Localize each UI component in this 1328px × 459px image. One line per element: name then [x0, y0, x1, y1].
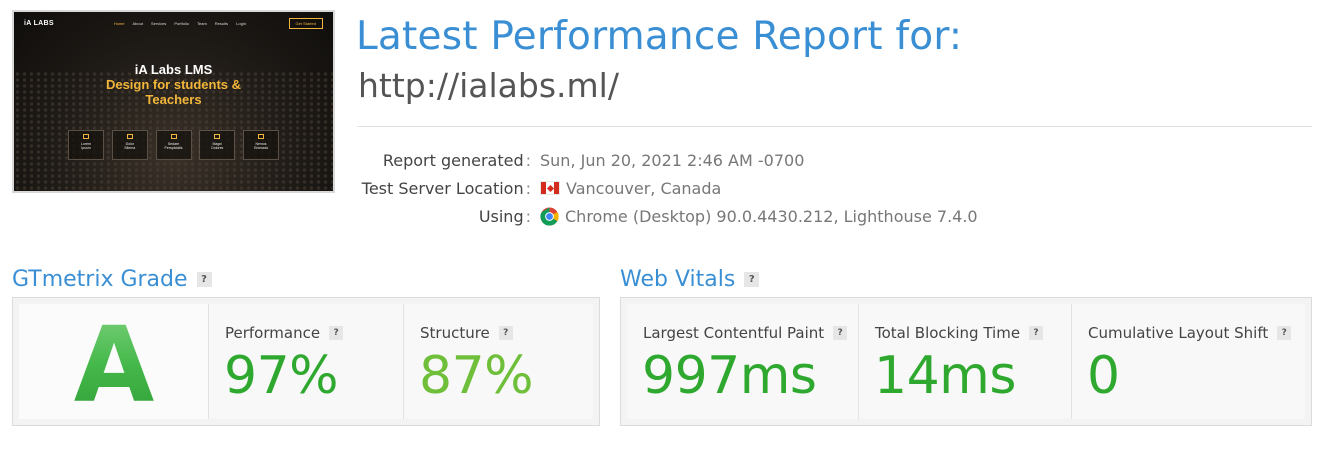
chrome-icon [540, 206, 559, 226]
help-icon[interactable]: ? [1029, 326, 1044, 340]
info-label: Test Server Location: [361, 178, 531, 198]
feature-label: Enimada [254, 146, 268, 150]
tbt-cell: Total Blocking Time ? 14ms [859, 304, 1072, 419]
help-icon[interactable]: ? [744, 272, 760, 287]
lcp-label: Largest Contentful Paint ? [643, 324, 848, 342]
help-icon[interactable]: ? [329, 326, 344, 340]
feature-label: Dolores [211, 146, 224, 150]
feature-icon [83, 134, 89, 139]
help-icon[interactable]: ? [498, 326, 513, 340]
report-generated-row: Report generated: Sun, Jun 20, 2021 2:46… [357, 146, 978, 174]
report-date: Sun, Jun 20, 2021 2:46 AM -0700 [540, 150, 805, 170]
tbt-label: Total Blocking Time ? [875, 324, 1044, 342]
tbt-value: 14ms [874, 346, 1016, 406]
feature-label: Sitema [124, 146, 136, 150]
thumbnail-nav-link: Team [197, 20, 207, 26]
thumbnail-cta-button: Get Started [288, 17, 323, 29]
thumbnail-nav-link: Results [214, 20, 229, 26]
thumbnail-nav-link: Login [236, 20, 246, 26]
performance-label: Performance ? [225, 324, 344, 342]
thumbnail-feature-box: Sedare Perspiciatis [155, 130, 192, 160]
help-icon[interactable]: ? [196, 272, 212, 287]
performance-score: 97% [224, 346, 339, 406]
info-label: Using: [478, 206, 531, 226]
feature-icon [170, 134, 177, 139]
help-icon[interactable]: ? [1277, 326, 1292, 340]
thumbnail-feature-box: Lorem Ipsum [68, 130, 104, 160]
thumbnail-headline: iA Labs LMS Design for students & Teache… [14, 62, 333, 107]
thumbnail-headline-line2: Design for students & [105, 77, 242, 92]
info-label: Report generated: [382, 150, 531, 170]
browser-info: Chrome (Desktop) 90.0.4430.212, Lighthou… [540, 207, 978, 226]
report-url-link[interactable]: http://ialabs.ml/ [358, 66, 619, 105]
feature-label: Ipsum [81, 146, 91, 150]
thumbnail-feature-boxes: Lorem Ipsum Dolor Sitema Sedare Perspici… [68, 130, 279, 160]
gtmetrix-grade-cells: A Performance ? 97% Structure ? 87% [19, 304, 593, 419]
thumbnail-feature-box: Magni Dolores [199, 130, 236, 160]
gtmetrix-grade-panel: A Performance ? 97% Structure ? 87% [12, 297, 600, 426]
thumbnail-feature-box: Nemos Enimada [243, 130, 279, 160]
lcp-value: 997ms [642, 346, 817, 406]
server-location: Vancouver, Canada [540, 179, 721, 198]
gtmetrix-grade-heading: GTmetrix Grade ? [12, 267, 212, 292]
help-icon[interactable]: ? [833, 326, 848, 340]
grade-letter: A [73, 317, 154, 407]
grade-a-badge: A [73, 317, 154, 407]
thumbnail-nav-link: Services [150, 20, 167, 26]
feature-icon [258, 134, 264, 139]
thumbnail-logo: iA LABS [24, 19, 54, 27]
report-title: Latest Performance Report for: [356, 14, 963, 59]
test-server-location-row: Test Server Location: Vancouver, Canada [357, 174, 978, 202]
thumbnail-feature-box: Dolor Sitema [111, 130, 148, 160]
cls-label: Cumulative Layout Shift ? [1088, 324, 1292, 342]
thumbnail-nav-link: About [132, 20, 143, 26]
thumbnail-headline-line1: iA Labs LMS [134, 62, 213, 77]
thumbnail-nav-links: Home About Services Portfolio Team Resul… [114, 21, 246, 26]
thumbnail-headline-line3: Teachers [145, 92, 202, 107]
web-vitals-heading: Web Vitals ? [620, 267, 760, 292]
website-screenshot-thumbnail[interactable]: iA LABS Home About Services Portfolio Te… [12, 10, 335, 193]
feature-label: Perspiciatis [164, 146, 183, 150]
structure-cell: Structure ? 87% [404, 304, 593, 419]
using-row: Using: Chrome (Desktop) 90.0.4430.212, L… [357, 202, 978, 230]
canada-flag-icon [540, 181, 560, 195]
lcp-cell: Largest Contentful Paint ? 997ms [627, 304, 859, 419]
cls-value: 0 [1087, 346, 1120, 406]
cls-cell: Cumulative Layout Shift ? 0 [1072, 304, 1305, 419]
thumbnail-navbar: iA LABS Home About Services Portfolio Te… [24, 16, 323, 30]
feature-icon [126, 134, 133, 139]
web-vitals-cells: Largest Contentful Paint ? 997ms Total B… [627, 304, 1305, 419]
performance-cell: Performance ? 97% [209, 304, 404, 419]
grade-cell: A [19, 304, 209, 419]
structure-score: 87% [419, 346, 534, 406]
thumbnail-nav-link: Home [113, 20, 125, 26]
report-info: Report generated: Sun, Jun 20, 2021 2:46… [357, 146, 978, 230]
structure-label: Structure ? [420, 324, 513, 342]
thumbnail-nav-link: Portfolio [174, 20, 189, 26]
header-divider [357, 126, 1312, 127]
feature-icon [214, 134, 221, 139]
web-vitals-panel: Largest Contentful Paint ? 997ms Total B… [620, 297, 1312, 426]
